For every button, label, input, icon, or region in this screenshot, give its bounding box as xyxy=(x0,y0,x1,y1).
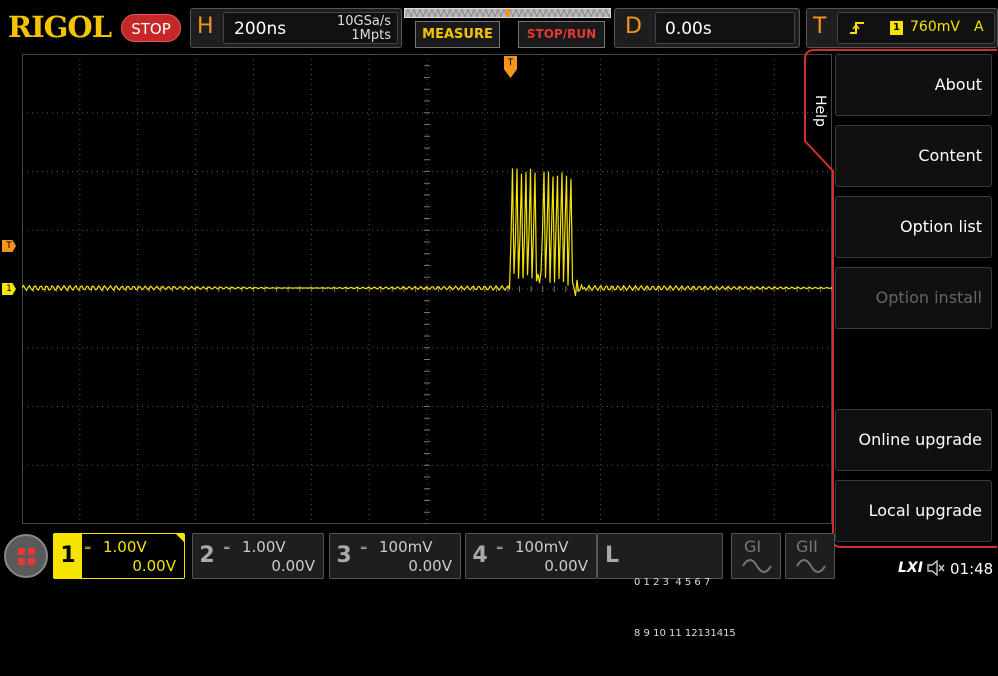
generator-1-button[interactable]: GI xyxy=(731,533,781,579)
dc-coupling-icon: ═ xyxy=(497,544,503,554)
speaker-muted-icon[interactable] xyxy=(927,559,945,580)
channel-scale: 100mV xyxy=(515,538,569,556)
delay-control[interactable]: D 0.00s xyxy=(614,8,800,48)
waveform-display[interactable] xyxy=(22,54,832,524)
channel-3-box[interactable]: 3 ═ 100mV 0.00V xyxy=(329,533,461,579)
rigol-logo: RIGOL xyxy=(8,10,112,44)
menu-item-about[interactable]: About xyxy=(835,54,992,116)
channel1-ground-marker[interactable]: 1 xyxy=(2,283,16,295)
channel-offset: 0.00V xyxy=(544,557,588,575)
logic-label: L xyxy=(604,543,620,568)
rising-edge-icon xyxy=(848,19,866,41)
menu-item-option-install: Option install xyxy=(835,267,992,329)
channel-number: 1 xyxy=(54,534,82,578)
menu-item-content[interactable]: Content xyxy=(835,125,992,187)
help-tab[interactable]: Help xyxy=(812,95,828,127)
measure-button[interactable]: MEASURE xyxy=(415,21,500,48)
channel-4-box[interactable]: 4 ═ 100mV 0.00V xyxy=(465,533,597,579)
home-button[interactable] xyxy=(4,534,48,578)
trigger-label: T xyxy=(813,14,827,39)
dc-coupling-icon: ═ xyxy=(85,544,91,554)
channel-scale: 1.00V xyxy=(103,538,147,556)
timebase-value: 200ns xyxy=(234,19,287,39)
memory-position-bar xyxy=(404,8,611,18)
trigger-control[interactable]: T 1 760mV A xyxy=(806,8,998,48)
channel-number: 4 xyxy=(472,543,488,568)
logic-row-2: 8 9 10 11 12131415 xyxy=(634,628,736,639)
generator-1-label: GI xyxy=(744,537,762,556)
logic-row-1: 0 1 2 3 4 5 6 7 xyxy=(634,577,711,588)
channel-offset: 0.00V xyxy=(408,557,452,575)
active-corner-icon xyxy=(176,534,184,542)
channel-number: 3 xyxy=(336,543,352,568)
delay-value: 0.00s xyxy=(665,19,712,39)
channel-2-box[interactable]: 2 ═ 1.00V 0.00V xyxy=(192,533,324,579)
delay-label: D xyxy=(625,14,642,39)
trigger-level: 760mV xyxy=(910,19,960,35)
trigger-source: 1 xyxy=(890,21,903,35)
home-grid-icon xyxy=(18,548,35,565)
channel-offset: 0.00V xyxy=(271,557,315,575)
trigger-mode: A xyxy=(974,19,984,35)
logic-channel-box[interactable]: L 0 1 2 3 4 5 6 7 8 9 10 11 12131415 xyxy=(597,533,736,639)
dc-coupling-icon: ═ xyxy=(361,544,367,554)
memory-depth: 1Mpts xyxy=(351,28,391,43)
stop-run-button[interactable]: STOP/RUN xyxy=(518,21,605,48)
horizontal-label: H xyxy=(197,14,214,39)
dc-coupling-icon: ═ xyxy=(224,544,230,554)
menu-item-option-list[interactable]: Option list xyxy=(835,196,992,258)
menu-item-online-upgrade[interactable]: Online upgrade xyxy=(835,409,992,471)
menu-item-local-upgrade[interactable]: Local upgrade xyxy=(835,480,992,542)
trigger-level-marker[interactable]: T xyxy=(2,240,16,252)
channel-number: 2 xyxy=(199,543,215,568)
run-state-badge[interactable]: STOP xyxy=(121,14,181,42)
channel-1-box[interactable]: 1 ═ 1.00V 0.00V xyxy=(53,533,185,579)
lxi-icon: LXI xyxy=(898,560,923,576)
sine-wave-icon xyxy=(742,559,772,573)
sample-rate: 10GSa/s xyxy=(337,14,391,29)
generator-2-label: GII xyxy=(796,537,818,556)
channel-scale: 100mV xyxy=(379,538,433,556)
channel-offset: 0.00V xyxy=(132,557,176,575)
sine-wave-icon xyxy=(796,559,826,573)
horizontal-control[interactable]: H 200ns 10GSa/s 1Mpts xyxy=(190,8,402,48)
generator-2-button[interactable]: GII xyxy=(785,533,835,579)
clock-time: 01:48 xyxy=(950,560,994,578)
channel-scale: 1.00V xyxy=(242,538,286,556)
